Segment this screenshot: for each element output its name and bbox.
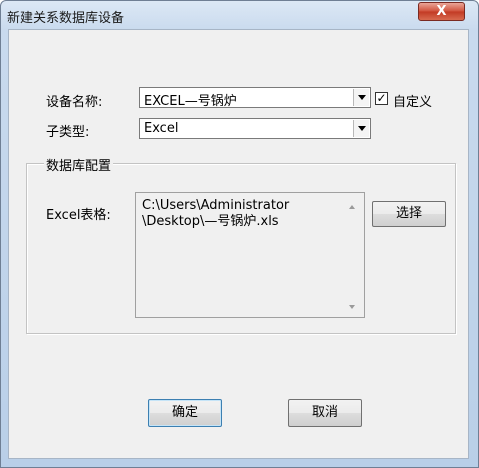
chevron-down-icon[interactable] — [353, 89, 369, 106]
ok-button-label: 确定 — [171, 405, 198, 420]
cancel-button-label: 取消 — [311, 405, 338, 420]
window-title: 新建关系数据库设备 — [7, 11, 125, 26]
title-bar[interactable]: 新建关系数据库设备 X — [1, 1, 478, 29]
subtype-combobox[interactable]: Excel — [139, 118, 371, 139]
checkmark-icon: ✓ — [376, 91, 387, 105]
select-file-button-label: 选择 — [395, 206, 422, 221]
custom-checkbox[interactable]: ✓ — [375, 92, 388, 105]
device-name-value: EXCEL—号锅炉 — [144, 94, 237, 109]
cancel-button[interactable]: 取消 — [288, 399, 362, 427]
device-name-combobox[interactable]: EXCEL—号锅炉 — [139, 87, 371, 109]
subtype-label: 子类型: — [46, 125, 90, 140]
excel-path-field[interactable]: C:\Users\Administrator \Desktop\—号锅炉.xls — [135, 192, 365, 318]
scroll-down-icon[interactable] — [349, 305, 355, 309]
custom-checkbox-label[interactable]: 自定义 — [393, 91, 432, 110]
chevron-down-icon[interactable] — [353, 120, 369, 137]
device-name-label: 设备名称: — [46, 95, 103, 110]
ok-button[interactable]: 确定 — [148, 399, 222, 427]
select-file-button[interactable]: 选择 — [372, 201, 446, 227]
db-config-group-label: 数据库配置 — [44, 155, 114, 174]
close-button[interactable]: X — [418, 2, 465, 21]
scroll-up-icon[interactable] — [349, 205, 355, 209]
subtype-value: Excel — [144, 121, 179, 136]
excel-path-value: C:\Users\Administrator \Desktop\—号锅炉.xls — [142, 198, 290, 229]
close-icon: X — [436, 4, 447, 19]
excel-table-label: Excel表格: — [46, 208, 111, 223]
